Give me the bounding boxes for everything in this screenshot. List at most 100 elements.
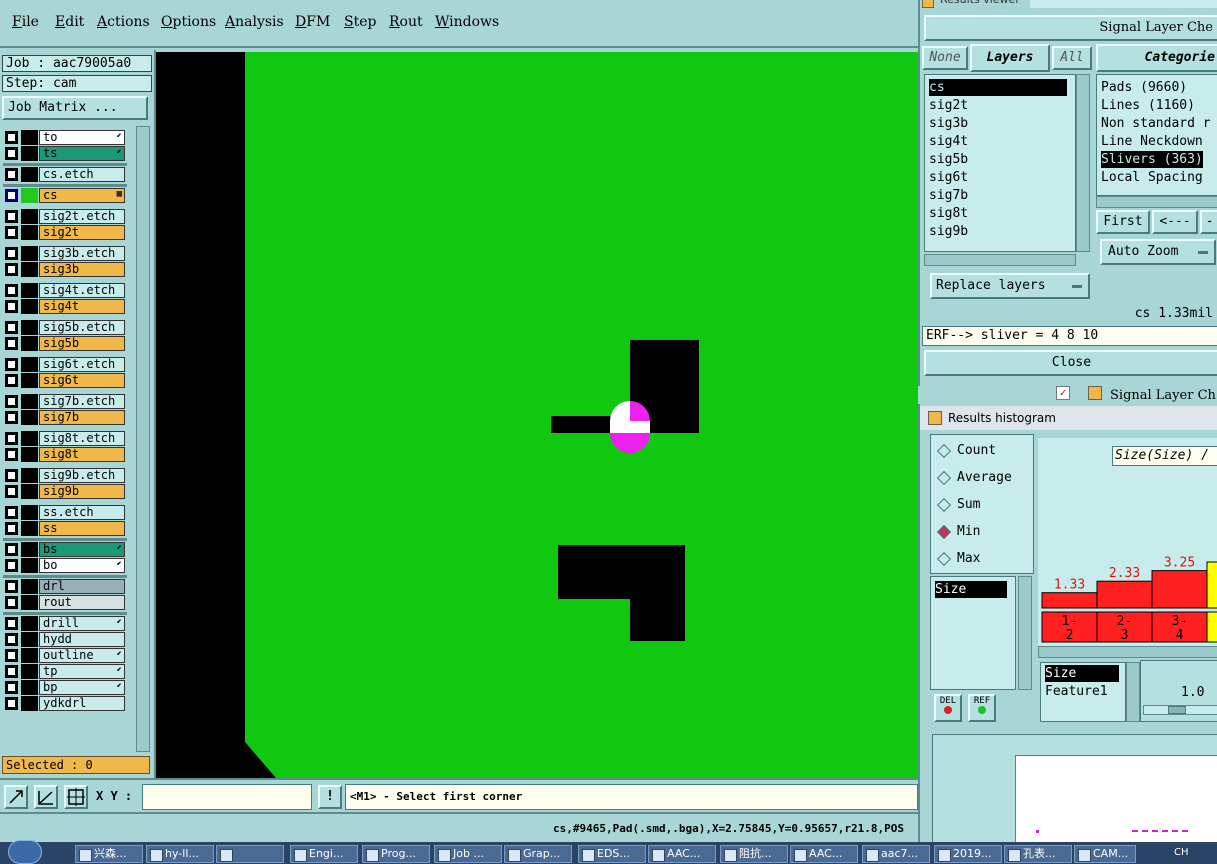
layer-color-swatch[interactable] bbox=[21, 595, 38, 610]
layer-row[interactable]: bs ⬋ bbox=[3, 542, 125, 557]
layer-color-swatch[interactable] bbox=[21, 558, 38, 573]
radio-diamond-icon[interactable] bbox=[936, 497, 952, 512]
layer-checkbox[interactable] bbox=[5, 395, 18, 408]
layer-row[interactable]: hydd bbox=[3, 632, 125, 647]
layer-list-scrollbar[interactable] bbox=[136, 126, 150, 752]
layer-row[interactable]: sig3b bbox=[3, 262, 125, 277]
layer-checkbox[interactable] bbox=[5, 321, 18, 334]
layer-name[interactable]: to bbox=[39, 130, 125, 145]
layer-color-swatch[interactable] bbox=[21, 680, 38, 695]
rv-category-item[interactable]: Slivers (363) bbox=[1101, 151, 1203, 168]
layer-color-swatch[interactable] bbox=[21, 262, 38, 277]
layer-checkbox[interactable] bbox=[5, 358, 18, 371]
layer-checkbox[interactable] bbox=[5, 189, 18, 202]
radio-diamond-icon[interactable] bbox=[936, 551, 952, 566]
layer-name[interactable]: drill bbox=[39, 616, 125, 631]
attribute-feature1[interactable]: Feature1 bbox=[1045, 683, 1108, 700]
layer-name[interactable]: sig2t.etch bbox=[39, 209, 125, 224]
slider-thumb[interactable] bbox=[1168, 706, 1186, 714]
layer-checkbox[interactable] bbox=[5, 168, 18, 181]
layer-checkbox[interactable] bbox=[5, 697, 18, 710]
layer-checkbox[interactable] bbox=[5, 617, 18, 630]
layer-color-swatch[interactable] bbox=[21, 431, 38, 446]
layer-checkbox[interactable] bbox=[5, 147, 18, 160]
histogram-bar[interactable] bbox=[1151, 570, 1208, 609]
rv-category-item[interactable]: Local Spacing bbox=[1101, 169, 1203, 186]
taskbar-button[interactable]: Engi... bbox=[290, 845, 358, 863]
layer-checkbox[interactable] bbox=[5, 522, 18, 535]
tab-none[interactable]: None bbox=[922, 46, 968, 70]
rv-layer-item[interactable]: sig6t bbox=[929, 169, 968, 186]
rv-layer-item[interactable]: sig7b bbox=[929, 187, 968, 204]
layer-checkbox[interactable] bbox=[5, 596, 18, 609]
layer-row[interactable]: sig2t bbox=[3, 225, 125, 240]
layer-color-swatch[interactable] bbox=[21, 299, 38, 314]
layer-name[interactable]: sig7b.etch bbox=[39, 394, 125, 409]
layer-color-swatch[interactable] bbox=[21, 664, 38, 679]
aggregate-option-min[interactable]: Min bbox=[936, 524, 980, 539]
taskbar-button[interactable]: EDS... bbox=[578, 845, 646, 863]
histogram-bar[interactable] bbox=[1096, 580, 1153, 609]
rv-category-item[interactable]: Line Neckdown bbox=[1101, 133, 1203, 150]
radio-diamond-icon[interactable] bbox=[936, 524, 952, 539]
first-button[interactable]: First bbox=[1096, 210, 1150, 234]
layer-checkbox[interactable] bbox=[5, 411, 18, 424]
rv-layer-item[interactable]: sig9b bbox=[929, 223, 968, 240]
attribute-list-scrollbar[interactable] bbox=[1126, 662, 1140, 722]
layer-color-swatch[interactable] bbox=[21, 373, 38, 388]
rv-layer-hscroll[interactable] bbox=[924, 254, 1076, 266]
grid-snap-icon[interactable] bbox=[64, 785, 88, 809]
chart-hscroll[interactable] bbox=[1038, 646, 1217, 658]
layer-color-swatch[interactable] bbox=[21, 505, 38, 520]
aggregate-option-sum[interactable]: Sum bbox=[936, 497, 980, 512]
layer-row[interactable]: sig4t bbox=[3, 299, 125, 314]
layer-name[interactable]: sig5b bbox=[39, 336, 125, 351]
layer-color-swatch[interactable] bbox=[21, 336, 38, 351]
layer-checkbox[interactable] bbox=[5, 633, 18, 646]
layer-checkbox[interactable] bbox=[5, 284, 18, 297]
layer-color-swatch[interactable] bbox=[21, 246, 38, 261]
layer-checkbox[interactable] bbox=[5, 665, 18, 678]
rv-layer-item[interactable]: sig8t bbox=[929, 205, 968, 222]
histogram-bin[interactable] bbox=[1206, 611, 1217, 643]
histogram-bar[interactable] bbox=[1206, 561, 1217, 609]
layer-row[interactable]: cs.etch bbox=[3, 167, 125, 182]
layer-color-swatch[interactable] bbox=[21, 696, 38, 711]
layer-color-swatch[interactable] bbox=[21, 225, 38, 240]
menu-file[interactable]: File bbox=[12, 14, 39, 30]
rv-category-item[interactable]: Non standard r bbox=[1101, 115, 1211, 132]
layer-row[interactable]: cs ▦ bbox=[3, 188, 125, 203]
layer-row[interactable]: sig8t bbox=[3, 447, 125, 462]
rv-layer-item[interactable]: sig5b bbox=[929, 151, 968, 168]
layer-name[interactable]: ts bbox=[39, 146, 125, 161]
layer-color-swatch[interactable] bbox=[21, 188, 38, 203]
layer-row[interactable]: sig5b.etch bbox=[3, 320, 125, 335]
menu-options[interactable]: Options bbox=[161, 14, 216, 30]
layer-checkbox[interactable] bbox=[5, 681, 18, 694]
layer-name[interactable]: drl bbox=[39, 579, 125, 594]
layer-row[interactable]: bp ⬋ bbox=[3, 680, 125, 695]
layer-color-swatch[interactable] bbox=[21, 632, 38, 647]
layer-name[interactable]: sig9b bbox=[39, 484, 125, 499]
menu-windows[interactable]: Windows bbox=[435, 14, 499, 30]
layer-color-swatch[interactable] bbox=[21, 616, 38, 631]
layer-checkbox[interactable] bbox=[5, 337, 18, 350]
delete-button[interactable]: DEL bbox=[934, 694, 962, 722]
zoom-diagonal-icon[interactable] bbox=[4, 785, 28, 809]
layer-name[interactable]: sig5b.etch bbox=[39, 320, 125, 335]
layer-row[interactable]: ss bbox=[3, 521, 125, 536]
radio-diamond-icon[interactable] bbox=[936, 470, 952, 485]
layer-row[interactable]: sig8t.etch bbox=[3, 431, 125, 446]
layer-color-swatch[interactable] bbox=[21, 447, 38, 462]
taskbar-button[interactable]: 兴森... bbox=[75, 845, 143, 863]
layer-color-swatch[interactable] bbox=[21, 648, 38, 663]
rv-category-hscroll[interactable] bbox=[1096, 196, 1217, 208]
layer-name[interactable]: sig6t.etch bbox=[39, 357, 125, 372]
layer-row[interactable]: rout bbox=[3, 595, 125, 610]
close-button[interactable]: Close bbox=[924, 350, 1217, 376]
layer-color-swatch[interactable] bbox=[21, 521, 38, 536]
menu-actions[interactable]: Actions bbox=[97, 14, 150, 30]
menu-rout[interactable]: Rout bbox=[389, 14, 423, 30]
layer-name[interactable]: sig8t bbox=[39, 447, 125, 462]
layer-name[interactable]: bo bbox=[39, 558, 125, 573]
